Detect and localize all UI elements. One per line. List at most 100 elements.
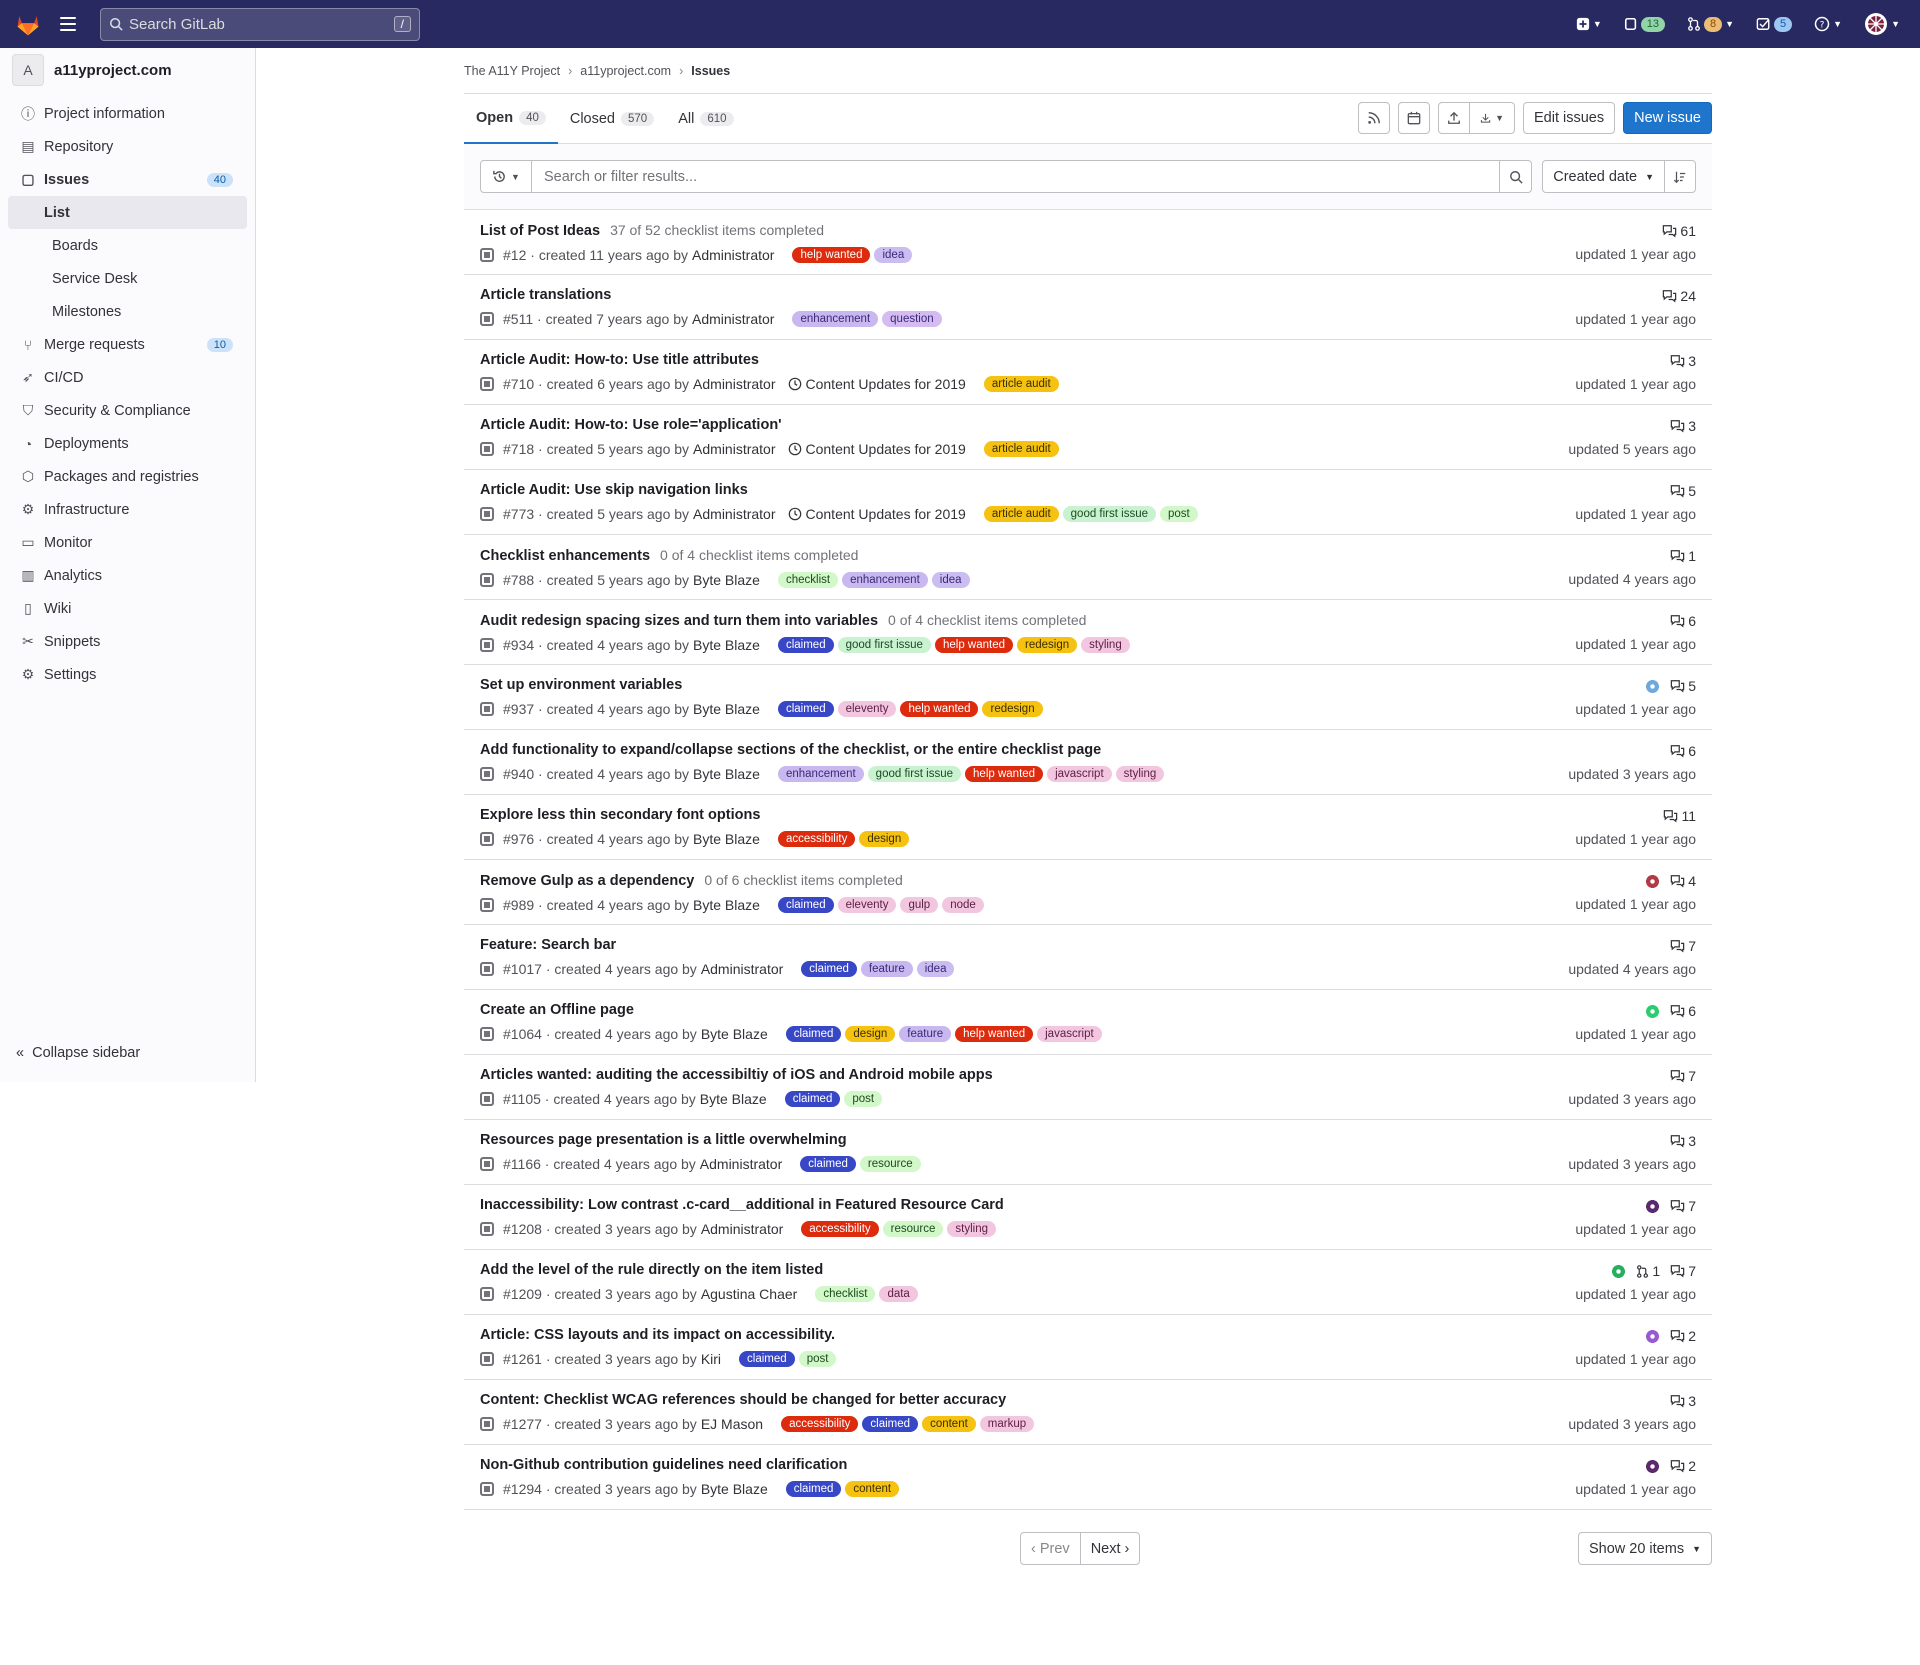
edit-issues-button[interactable]: Edit issues (1522, 102, 1616, 134)
label-badge[interactable]: design (845, 1026, 896, 1042)
sidebar-item-repository[interactable]: ▤ Repository (0, 130, 255, 163)
label-badge[interactable]: enhancement (842, 572, 928, 588)
issue-title[interactable]: Audit redesign spacing sizes and turn th… (480, 612, 1696, 629)
issue-row[interactable]: Article translations #511 · created 7 yea… (464, 275, 1712, 340)
assigned-issues-button[interactable]: 13 (1624, 16, 1665, 32)
breadcrumb-current[interactable]: Issues (691, 64, 730, 78)
label-badge[interactable]: article audit (983, 506, 1059, 522)
label-badge[interactable]: markup (979, 1416, 1035, 1432)
issue-row[interactable]: Remove Gulp as a dependency 0 of 6 checkl… (464, 860, 1712, 925)
label-badge[interactable]: javascript (1037, 1026, 1102, 1042)
issue-row[interactable]: Article Audit: How-to: Use role='applica… (464, 405, 1712, 470)
issue-author[interactable]: Byte Blaze (693, 637, 760, 653)
label-badge[interactable]: eleventy (837, 701, 897, 717)
issue-row[interactable]: Non-Github contribution guidelines need … (464, 1445, 1712, 1510)
label-badge[interactable]: data (879, 1286, 918, 1302)
calendar-button[interactable] (1397, 102, 1430, 134)
sidebar-item-issues[interactable]: ▢ Issues 40 (0, 163, 255, 196)
label-badge[interactable]: accessibility (777, 831, 856, 847)
project-header[interactable]: A a11yproject.com (0, 48, 255, 92)
label-badge[interactable]: content (922, 1416, 976, 1432)
label-badge[interactable]: claimed (784, 1091, 841, 1107)
label-badge[interactable]: enhancement (777, 766, 864, 782)
assignee-avatar[interactable] (1611, 1263, 1627, 1279)
label-badge[interactable]: article audit (983, 441, 1059, 457)
issue-row[interactable]: Resources page presentation is a little … (464, 1120, 1712, 1185)
issue-row[interactable]: Set up environment variables #937 · creat… (464, 665, 1712, 730)
assignee-avatar[interactable] (1645, 1198, 1661, 1214)
assignee-avatar[interactable] (1645, 1328, 1661, 1344)
label-badge[interactable]: help wanted (955, 1026, 1034, 1042)
issue-author[interactable]: Administrator (701, 961, 783, 977)
collapse-sidebar-button[interactable]: « Collapse sidebar (16, 1045, 140, 1061)
issue-author[interactable]: Byte Blaze (693, 831, 760, 847)
sidebar-subitem-list[interactable]: List (8, 196, 247, 229)
issue-row[interactable]: Article Audit: How-to: Use title attribu… (464, 340, 1712, 405)
label-badge[interactable]: claimed (777, 637, 834, 653)
label-badge[interactable]: post (1160, 506, 1198, 522)
per-page-dropdown[interactable]: Show 20 items ▼ (1577, 1532, 1712, 1565)
sidebar-item-merge-requests[interactable]: ⑂ Merge requests 10 (0, 328, 255, 361)
comment-count[interactable]: 3 (1670, 353, 1696, 369)
import-dropdown[interactable]: ▼ (1468, 102, 1515, 134)
export-button[interactable] (1437, 102, 1470, 134)
issue-author[interactable]: Byte Blaze (693, 701, 760, 717)
issue-title[interactable]: Articles wanted: auditing the accessibil… (480, 1067, 1696, 1083)
issue-row[interactable]: List of Post Ideas 37 of 52 checklist ite… (464, 210, 1712, 275)
label-badge[interactable]: good first issue (1062, 506, 1157, 522)
label-badge[interactable]: claimed (777, 701, 834, 717)
label-badge[interactable]: redesign (982, 701, 1043, 717)
issue-row[interactable]: Article Audit: Use skip navigation links… (464, 470, 1712, 535)
sidebar-item-analytics[interactable]: ▥ Analytics (0, 559, 255, 592)
comment-count[interactable]: 7 (1670, 1198, 1696, 1214)
label-badge[interactable]: good first issue (867, 766, 962, 782)
next-page-button[interactable]: Next › (1079, 1532, 1141, 1565)
label-badge[interactable]: post (798, 1351, 837, 1367)
label-badge[interactable]: claimed (862, 1416, 919, 1432)
label-badge[interactable]: question (882, 311, 942, 327)
label-badge[interactable]: content (845, 1481, 900, 1497)
issue-milestone[interactable]: Content Updates for 2019 (788, 441, 966, 457)
label-badge[interactable]: accessibility (781, 1416, 859, 1432)
recent-searches-dropdown[interactable]: ▼ (480, 160, 532, 193)
label-badge[interactable]: feature (860, 961, 913, 977)
label-badge[interactable]: gulp (900, 897, 939, 913)
issue-title[interactable]: Set up environment variables (480, 677, 1696, 693)
label-badge[interactable]: styling (947, 1221, 996, 1237)
issue-author[interactable]: Administrator (701, 1221, 783, 1237)
gitlab-logo-icon[interactable] (14, 10, 42, 38)
issue-row[interactable]: Add functionality to expand/collapse sec… (464, 730, 1712, 795)
comment-count[interactable]: 7 (1670, 938, 1696, 954)
tab-open[interactable]: Open 40 (464, 94, 558, 144)
label-badge[interactable]: help wanted (934, 637, 1013, 653)
prev-page-button[interactable]: ‹ Prev (1020, 1532, 1081, 1565)
issue-author[interactable]: Administrator (692, 247, 774, 263)
issue-author[interactable]: Byte Blaze (701, 1481, 768, 1497)
label-badge[interactable]: feature (899, 1026, 952, 1042)
issue-author[interactable]: Administrator (700, 1156, 782, 1172)
search-input[interactable]: Search GitLab / (100, 7, 420, 41)
issue-author[interactable]: Administrator (692, 311, 774, 327)
rss-button[interactable] (1357, 102, 1390, 134)
comment-count[interactable]: 3 (1670, 418, 1696, 434)
issue-author[interactable]: Byte Blaze (693, 766, 760, 782)
sidebar-item-deployments[interactable]: ◔ Deployments (0, 427, 255, 460)
issue-row[interactable]: Article: CSS layouts and its impact on a… (464, 1315, 1712, 1380)
sidebar-item-project-information[interactable]: ⓘ Project information (0, 97, 255, 130)
issue-title[interactable]: List of Post Ideas 37 of 52 checklist ite… (480, 222, 1696, 239)
issue-title[interactable]: Feature: Search bar (480, 937, 1696, 953)
issue-row[interactable]: Audit redesign spacing sizes and turn th… (464, 600, 1712, 665)
comment-count[interactable]: 5 (1670, 678, 1696, 694)
issue-row[interactable]: Articles wanted: auditing the accessibil… (464, 1055, 1712, 1120)
sidebar-item-monitor[interactable]: ▭ Monitor (0, 526, 255, 559)
assignee-avatar[interactable] (1645, 1003, 1661, 1019)
related-mrs[interactable]: 1 (1636, 1263, 1660, 1279)
filter-search-input[interactable]: Search or filter results... (532, 160, 1501, 193)
issue-title[interactable]: Resources page presentation is a little … (480, 1132, 1696, 1148)
comment-count[interactable]: 7 (1670, 1263, 1696, 1279)
comment-count[interactable]: 3 (1670, 1393, 1696, 1409)
breadcrumb-item[interactable]: The A11Y Project (464, 64, 560, 78)
label-badge[interactable]: styling (1081, 637, 1130, 653)
issue-author[interactable]: Administrator (693, 376, 775, 392)
issue-title[interactable]: Add functionality to expand/collapse sec… (480, 742, 1696, 758)
